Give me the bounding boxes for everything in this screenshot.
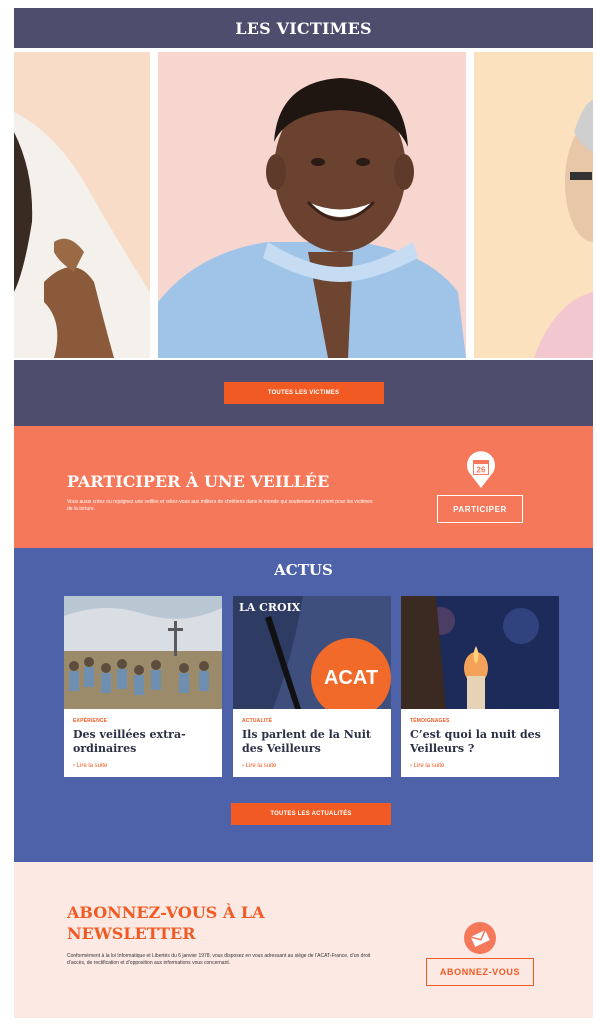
victims-section: LES VICTIMES TOUTES LES VICTIMES [14,8,593,426]
news-card-category: ACTUALITÉ [242,718,273,724]
all-victims-button[interactable]: TOUTES LES VICTIMES [223,382,384,404]
victim-portrait-center[interactable] [158,52,466,358]
acat-badge-text: ACAT [324,667,378,689]
news-card-category: TÉMOIGNAGES [410,718,450,724]
newsletter-legal-text: Conformément à la loi Informatique et Li… [67,953,371,966]
envelope-icon [464,922,496,954]
actus-title: ACTUS [274,561,333,579]
all-news-button[interactable]: TOUTES LES ACTUALITÉS [231,803,391,825]
veillee-section: PARTICIPER À UNE VEILLÉE Vous aussi crée… [14,426,593,548]
read-more-link[interactable]: › Lire la suite [242,763,276,769]
veillee-title: PARTICIPER À UNE VEILLÉE [67,472,330,491]
newsletter-section: ABONNEZ-VOUS À LA NEWSLETTER Conformémen… [14,862,593,1018]
news-card-category: EXPÉRIENCE [73,718,108,724]
victims-carousel[interactable] [14,48,593,360]
actus-section: ACTUS EXPÉRIENCE Des veillées extra-ordi… [14,548,593,862]
news-card-image[interactable] [401,596,559,709]
news-card-image[interactable] [64,596,222,709]
news-card-title[interactable]: C’est quoi la nuit des Veilleurs ? [410,728,552,756]
victim-portrait-left[interactable] [14,52,150,358]
victims-header: LES VICTIMES [14,8,593,48]
news-card[interactable]: EXPÉRIENCE Des veillées extra-ordinaires… [64,596,222,777]
victims-footer: TOUTES LES VICTIMES [14,360,593,426]
page: LES VICTIMES TOUTES LES VICTIMES PARTICI… [14,8,593,1018]
participer-button[interactable]: PARTICIPER [437,495,523,523]
victim-portrait-right[interactable] [474,52,593,358]
calendar-day: 26 [477,466,486,475]
subscribe-button[interactable]: ABONNEZ-VOUS [426,958,534,986]
read-more-link[interactable]: › Lire la suite [410,763,444,769]
news-card[interactable]: TÉMOIGNAGES C’est quoi la nuit des Veill… [401,596,559,777]
newsletter-title: ABONNEZ-VOUS À LA NEWSLETTER [67,903,265,943]
news-card-image[interactable]: LA CROIX ACAT [233,596,391,709]
news-card-title[interactable]: Ils parlent de la Nuit des Veilleurs [242,728,384,756]
la-croix-logo: LA CROIX [239,601,301,614]
news-card[interactable]: LA CROIX ACAT ACTUALITÉ Ils parlent de l… [233,596,391,777]
read-more-link[interactable]: › Lire la suite [73,763,107,769]
veillee-description: Vous aussi créez ou rejoignez une veillé… [67,499,373,512]
calendar-pin-icon: 26 [467,451,495,488]
news-card-title[interactable]: Des veillées extra-ordinaires [73,728,215,756]
victims-title: LES VICTIMES [235,18,372,38]
